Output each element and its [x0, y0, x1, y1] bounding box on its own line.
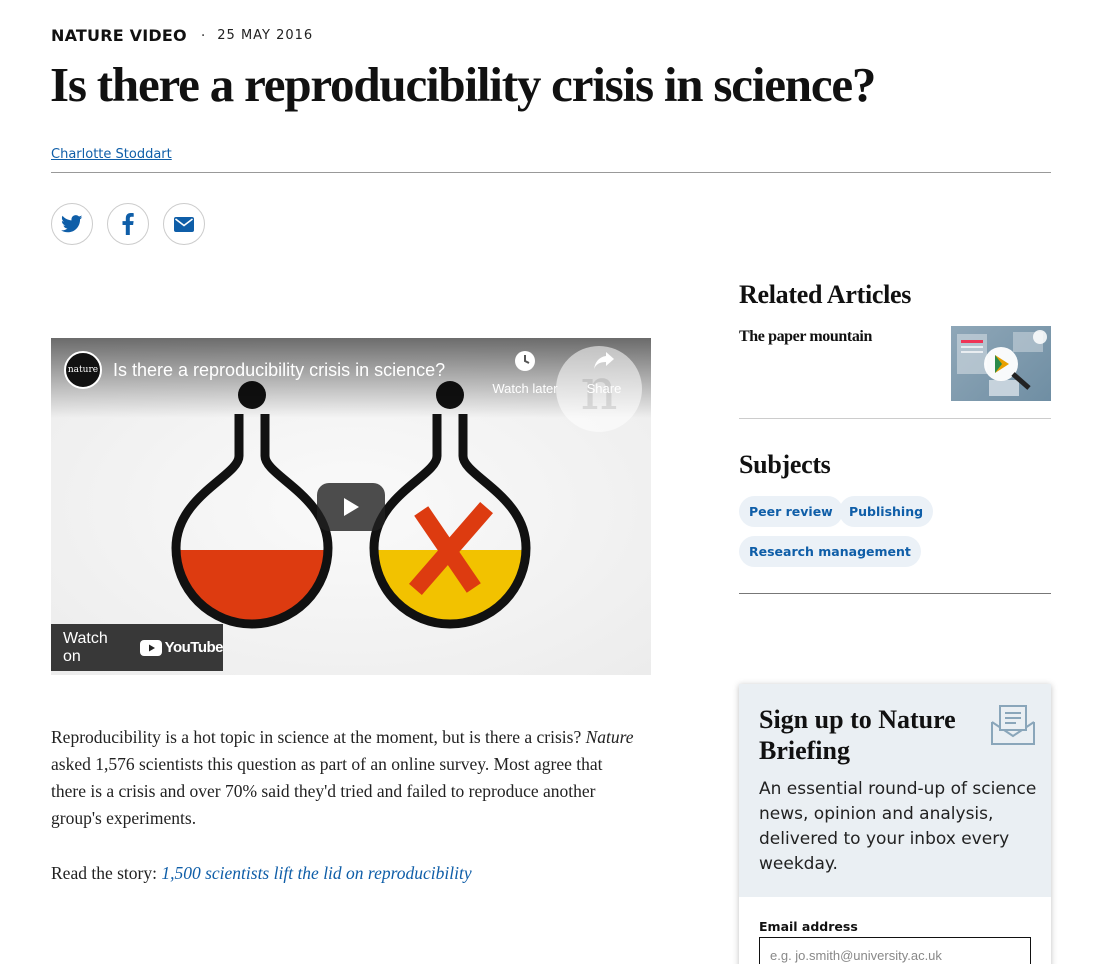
email-field[interactable] — [759, 937, 1031, 964]
read-story-paragraph: Read the story: 1,500 scientists lift th… — [51, 860, 641, 887]
header-divider — [51, 172, 1051, 173]
author-link[interactable]: Charlotte Stoddart — [51, 147, 172, 162]
envelope-icon — [990, 704, 1036, 751]
page-title: Is there a reproducibility crisis in sci… — [50, 57, 876, 112]
meta-separator: · — [200, 27, 206, 44]
watch-later-button[interactable]: Watch later — [489, 350, 561, 396]
watch-later-label: Watch later — [492, 381, 558, 396]
related-article-item[interactable]: The paper mountain — [739, 326, 1051, 402]
thumbnail-image — [957, 330, 1047, 396]
para1-emphasis: Nature — [585, 727, 634, 747]
channel-avatar[interactable]: nature — [64, 351, 102, 389]
subjects-heading: Subjects — [739, 450, 831, 479]
related-article-thumbnail[interactable] — [951, 326, 1051, 401]
subject-tag-research-management[interactable]: Research management — [739, 536, 921, 567]
related-articles-heading: Related Articles — [739, 280, 912, 309]
facebook-icon — [122, 213, 134, 235]
email-label: Email address — [759, 919, 858, 934]
video-share-button[interactable]: Share — [576, 350, 632, 396]
play-icon — [344, 498, 359, 516]
facebook-share-button[interactable] — [107, 203, 149, 245]
youtube-logo: YouTube — [139, 639, 224, 656]
briefing-description: An essential round-up of science news, o… — [759, 779, 1037, 874]
read-story-prefix: Read the story: — [51, 863, 162, 883]
related-article-title[interactable]: The paper mountain — [739, 328, 872, 346]
twitter-share-button[interactable] — [51, 203, 93, 245]
email-share-button[interactable] — [163, 203, 205, 245]
article-paragraph: Reproducibility is a hot topic in scienc… — [51, 724, 641, 832]
twitter-icon — [61, 215, 83, 233]
read-story-link[interactable]: 1,500 scientists lift the lid on reprodu… — [161, 863, 471, 883]
video-title[interactable]: Is there a reproducibility crisis in sci… — [113, 360, 445, 381]
briefing-signup-box: Sign up to Nature Briefing An essential … — [739, 684, 1051, 964]
email-icon — [174, 216, 194, 232]
article-page: NATURE VIDEO · 25 MAY 2016 Is there a re… — [0, 0, 1118, 964]
subject-tag-publishing[interactable]: Publishing — [839, 496, 934, 527]
related-divider — [739, 418, 1051, 419]
share-buttons — [51, 203, 205, 245]
play-button[interactable] — [317, 483, 385, 531]
para1-text-start: Reproducibility is a hot topic in scienc… — [51, 727, 586, 747]
share-arrow-icon — [594, 352, 614, 369]
share-label: Share — [586, 381, 622, 396]
subjects-divider — [739, 593, 1051, 594]
video-player[interactable]: n nature Is there a reproducibility cris… — [51, 338, 651, 675]
para1-text-end: asked 1,576 scientists this question as … — [51, 754, 603, 828]
article-type[interactable]: NATURE VIDEO — [51, 26, 187, 45]
publish-date: 25 MAY 2016 — [217, 28, 314, 43]
clock-icon — [515, 351, 535, 371]
briefing-form: Email address — [739, 897, 1051, 964]
youtube-icon — [139, 639, 162, 656]
watch-on-label: Watch on — [63, 629, 108, 665]
youtube-label: YouTube — [164, 639, 224, 656]
article-body: Reproducibility is a hot topic in scienc… — [51, 724, 641, 887]
watch-on-youtube-button[interactable]: Watch on YouTube — [51, 624, 224, 671]
article-meta: NATURE VIDEO · 25 MAY 2016 — [51, 26, 313, 45]
subject-tag-peer-review[interactable]: Peer review — [739, 496, 843, 527]
briefing-heading: Sign up to Nature Briefing — [759, 705, 956, 765]
